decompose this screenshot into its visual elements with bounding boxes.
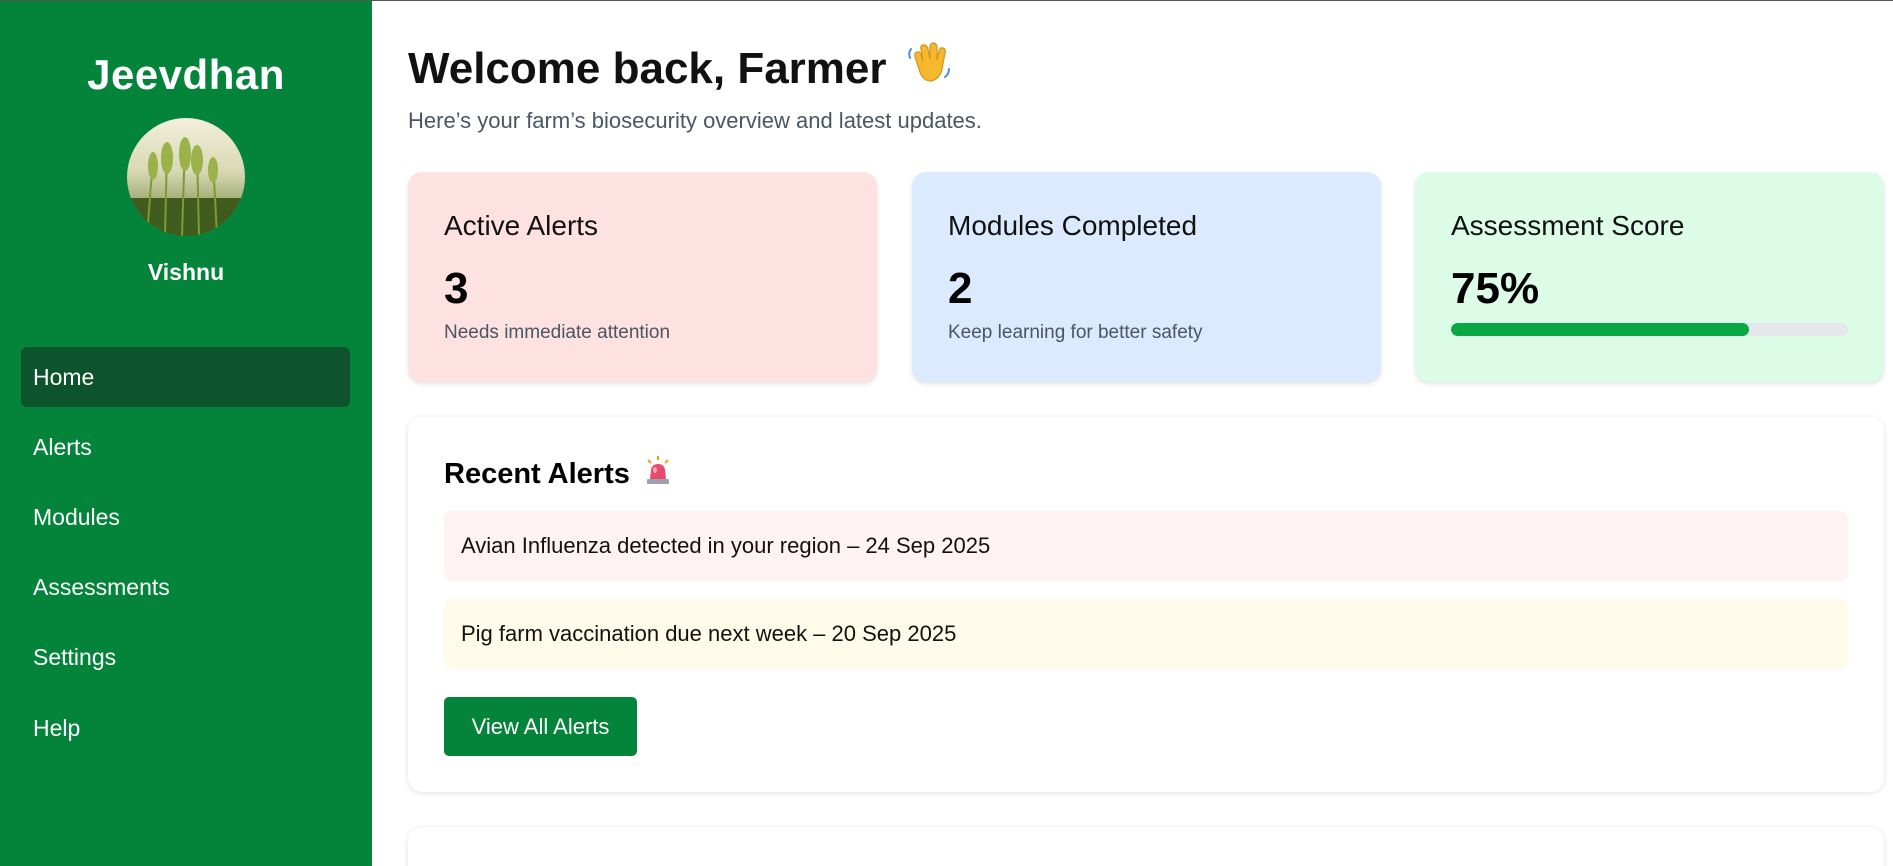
sidebar-item-alerts[interactable]: Alerts (21, 417, 350, 477)
sidebar-item-label: Alerts (33, 433, 92, 460)
sidebar-item-label: Modules (33, 503, 120, 530)
active-alerts-card: Active Alerts 3 Needs immediate attentio… (408, 172, 877, 382)
brand-title: Jeevdhan (87, 51, 285, 98)
sidebar: Jeevdhan Vishnu Home Alerts Modules Asse… (0, 1, 372, 866)
waving-hand-icon (905, 39, 953, 98)
wheat-field-image (127, 118, 245, 236)
alert-item[interactable]: Pig farm vaccination due next week – 20 … (444, 599, 1848, 669)
sidebar-item-settings[interactable]: Settings (21, 627, 350, 687)
alert-item[interactable]: Avian Influenza detected in your region … (444, 511, 1848, 581)
sidebar-item-modules[interactable]: Modules (21, 487, 350, 547)
page-title-text: Welcome back, Farmer (408, 43, 887, 93)
alert-text: Avian Influenza detected in your region … (461, 533, 991, 558)
sidebar-item-home[interactable]: Home (21, 347, 350, 407)
sidebar-item-label: Assessments (33, 573, 170, 600)
sidebar-item-help[interactable]: Help (21, 698, 350, 758)
score-progress-fill (1451, 323, 1749, 336)
card-note: Keep learning for better safety (948, 322, 1203, 343)
card-value: 75% (1451, 264, 1540, 313)
alert-text: Pig farm vaccination due next week – 20 … (461, 621, 957, 646)
username: Vishnu (147, 259, 225, 285)
sidebar-item-label: Home (33, 363, 95, 390)
siren-icon (644, 455, 672, 493)
sidebar-item-assessments[interactable]: Assessments (21, 557, 350, 617)
next-section-panel (408, 827, 1884, 866)
card-title: Assessment Score (1451, 210, 1685, 241)
main-content: Welcome back, Farmer Here’s your farm’s … (372, 1, 1893, 866)
card-note: Needs immediate attention (444, 322, 671, 343)
score-progress-bar (1451, 323, 1848, 336)
page-title: Welcome back, Farmer (408, 39, 953, 98)
avatar[interactable] (127, 118, 245, 236)
sidebar-item-label: Settings (33, 643, 117, 670)
recent-alerts-title: Recent Alerts (444, 455, 672, 493)
panel-title-text: Recent Alerts (444, 457, 630, 490)
sidebar-item-label: Help (33, 714, 81, 741)
modules-completed-card: Modules Completed 2 Keep learning for be… (912, 172, 1381, 382)
card-title: Modules Completed (948, 210, 1198, 241)
card-value: 3 (444, 264, 469, 313)
card-title: Active Alerts (444, 210, 599, 241)
card-value: 2 (948, 264, 973, 313)
recent-alerts-panel: Recent Alerts Avian Influenza detected i… (408, 417, 1884, 792)
assessment-score-card: Assessment Score 75% (1415, 172, 1884, 382)
view-all-alerts-button[interactable]: View All Alerts (444, 697, 637, 756)
page-subtitle: Here’s your farm’s biosecurity overview … (408, 108, 982, 133)
